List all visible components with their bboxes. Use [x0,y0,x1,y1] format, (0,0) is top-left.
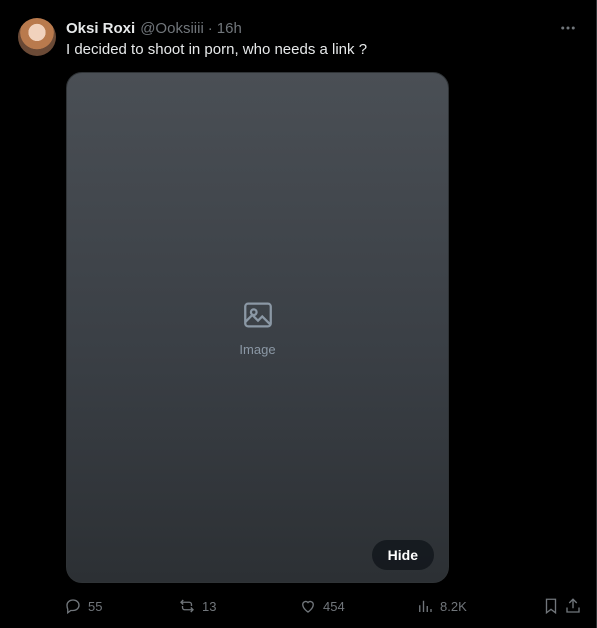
bookmark-button[interactable] [542,597,560,615]
more-horizontal-icon [561,26,575,30]
repost-button[interactable]: 13 [178,597,216,615]
repost-icon [180,599,194,613]
media-container[interactable]: Image Hide [66,72,449,583]
timestamp[interactable]: 16h [217,20,242,37]
more-options-button[interactable] [558,18,578,38]
media-placeholder-label: Image [239,342,276,357]
repost-count: 13 [202,598,217,614]
share-icon [566,598,580,613]
avatar[interactable] [18,18,56,56]
views-chart-icon [419,600,432,612]
share-button[interactable] [564,597,582,615]
separator-dot: · [207,19,213,37]
post-header: Oksi Roxi @Ooksiiii · 16h [66,18,556,38]
views-button[interactable]: 8.2K [416,597,467,615]
hide-media-button[interactable]: Hide [371,540,434,570]
action-bar: 55 13 454 8.2K [64,594,582,618]
like-button[interactable]: 454 [299,597,345,615]
user-handle[interactable]: @Ooksiiii [140,20,204,37]
tweet-text: I decided to shoot in porn, who needs a … [66,41,368,58]
reply-button[interactable]: 55 [64,597,102,615]
reply-icon [66,599,80,615]
post[interactable]: Oksi Roxi @Ooksiiii · 16h I decided to s… [0,0,597,628]
view-count: 8.2K [440,598,467,614]
image-icon [243,302,272,328]
like-count: 454 [323,598,345,614]
reply-count: 55 [88,598,103,614]
bookmark-icon [545,598,557,615]
media-placeholder: Image [67,73,448,582]
heart-icon [302,600,314,613]
display-name[interactable]: Oksi Roxi [66,20,135,37]
